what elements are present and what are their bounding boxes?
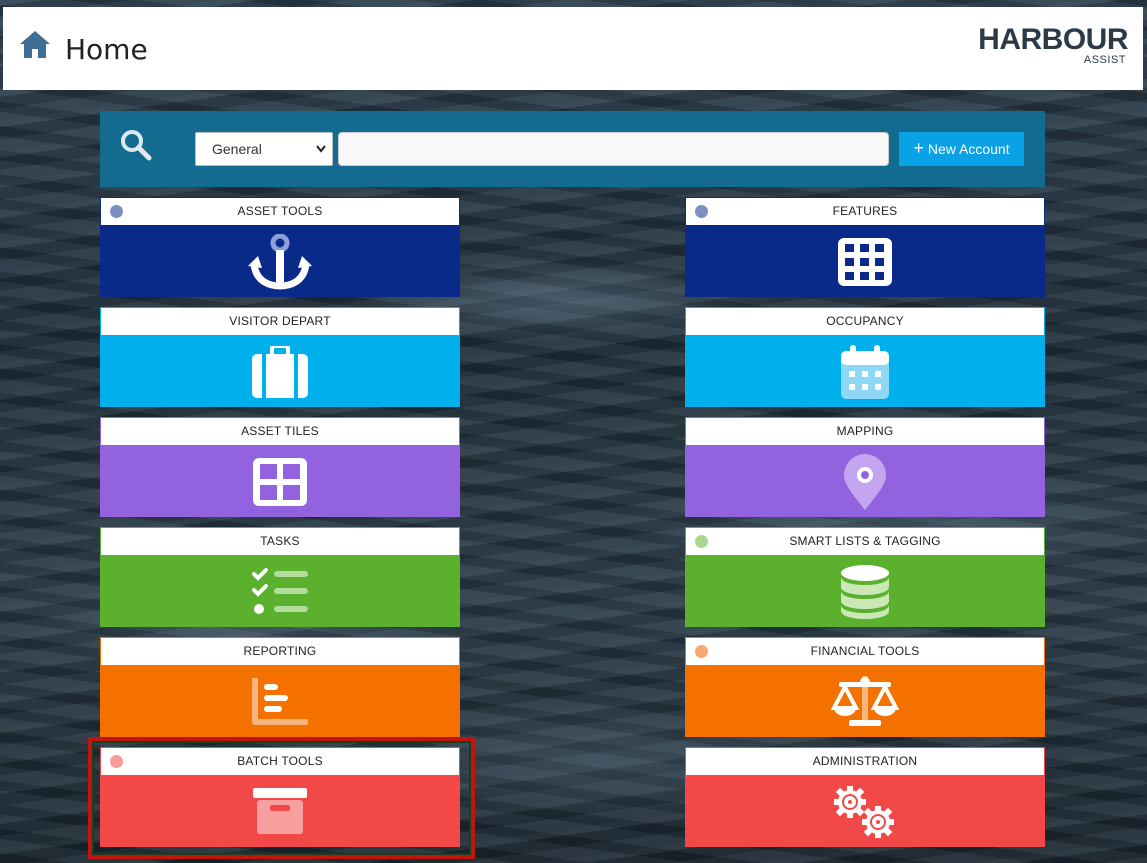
gears-icon: [834, 785, 894, 838]
search-bar: General + New Account: [100, 111, 1045, 187]
bar-chart-icon: [252, 677, 308, 725]
logo-subtext: ASSIST: [1083, 54, 1126, 66]
tile-visitor-depart[interactable]: VISITOR DEPART: [100, 307, 460, 407]
tiles-icon: [253, 457, 307, 506]
tile-reporting[interactable]: REPORTING: [100, 637, 460, 737]
home-icon[interactable]: [18, 29, 52, 61]
expand-arrow-icon[interactable]: [695, 645, 708, 658]
database-icon: [841, 564, 889, 619]
suitcase-icon: [252, 345, 308, 398]
tile-financial-tools[interactable]: FINANCIAL TOOLS: [685, 637, 1045, 737]
tile-administration[interactable]: ADMINISTRATION: [685, 747, 1045, 847]
page-title: Home: [65, 33, 148, 66]
tile-tasks[interactable]: TASKS: [100, 527, 460, 627]
grid-icon: [838, 237, 892, 286]
expand-arrow-icon[interactable]: [695, 205, 708, 218]
tile-occupancy[interactable]: OCCUPANCY: [685, 307, 1045, 407]
anchor-icon: [248, 233, 312, 290]
search-category-value: General: [212, 141, 262, 157]
highlight-box: [88, 737, 475, 859]
new-account-label: New Account: [927, 141, 1010, 157]
tile-label: OCCUPANCY: [826, 314, 904, 328]
tile-label: ASSET TOOLS: [237, 204, 323, 218]
tile-label: MAPPING: [836, 424, 894, 438]
search-icon[interactable]: [120, 129, 152, 161]
tile-mapping[interactable]: MAPPING: [685, 417, 1045, 517]
tile-label: REPORTING: [243, 644, 317, 658]
chevron-down-icon: [316, 145, 326, 153]
expand-arrow-icon[interactable]: [695, 535, 708, 548]
scales-icon: [831, 675, 899, 726]
logo-text: HARBOUR: [978, 23, 1128, 56]
harbour-assist-logo: HARBOUR ASSIST: [978, 21, 1128, 71]
tile-label: FEATURES: [832, 204, 898, 218]
calendar-icon: [841, 344, 889, 399]
tile-label: FINANCIAL TOOLS: [810, 644, 920, 658]
search-input[interactable]: [338, 132, 889, 166]
tile-label: ASSET TILES: [241, 424, 319, 438]
search-category-select[interactable]: General: [195, 132, 333, 166]
tile-label: SMART LISTS & TAGGING: [789, 534, 941, 548]
checklist-icon: [252, 567, 308, 614]
tile-label: TASKS: [260, 534, 300, 548]
tile-asset-tiles[interactable]: ASSET TILES: [100, 417, 460, 517]
tile-label: ADMINISTRATION: [812, 754, 918, 768]
tile-smart-lists-tagging[interactable]: SMART LISTS & TAGGING: [685, 527, 1045, 627]
top-header: Home HARBOUR ASSIST: [3, 7, 1143, 90]
new-account-button[interactable]: + New Account: [899, 132, 1024, 166]
tile-asset-tools[interactable]: ASSET TOOLS: [100, 197, 460, 297]
plus-icon: +: [913, 138, 924, 158]
tile-label: VISITOR DEPART: [229, 314, 331, 328]
map-pin-icon: [844, 453, 886, 510]
expand-arrow-icon[interactable]: [110, 205, 123, 218]
tile-features[interactable]: FEATURES: [685, 197, 1045, 297]
